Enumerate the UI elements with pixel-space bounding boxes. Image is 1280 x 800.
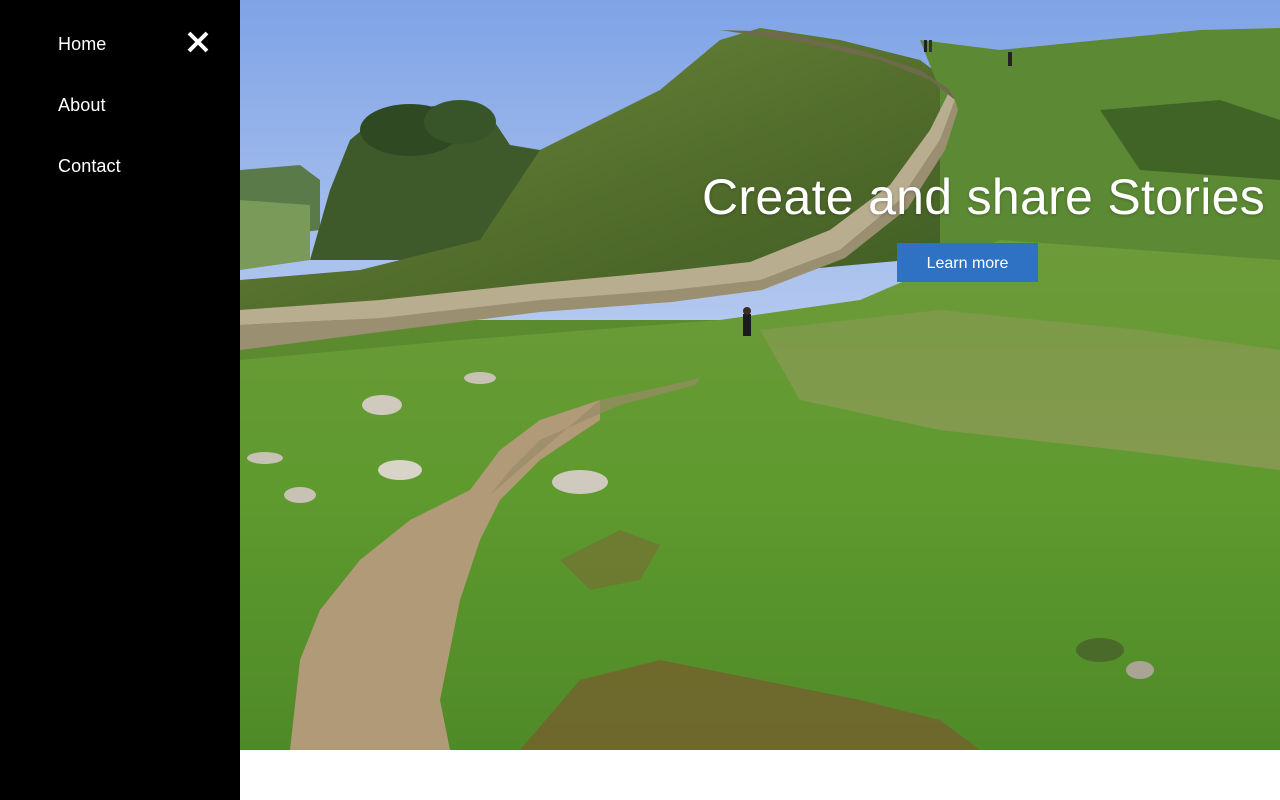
hero-headline: Create and share Stories bbox=[702, 169, 1266, 225]
hero-section: Create and share Stories Learn more bbox=[240, 0, 1280, 750]
close-icon[interactable] bbox=[186, 30, 210, 54]
nav-item-about[interactable]: About bbox=[58, 94, 106, 116]
nav-item-contact[interactable]: Contact bbox=[58, 155, 121, 177]
hero-landscape-image bbox=[240, 0, 1280, 750]
nav-item-home[interactable]: Home bbox=[58, 33, 106, 55]
side-navigation: Home About Contact bbox=[0, 0, 240, 800]
learn-more-button[interactable]: Learn more bbox=[897, 243, 1038, 282]
